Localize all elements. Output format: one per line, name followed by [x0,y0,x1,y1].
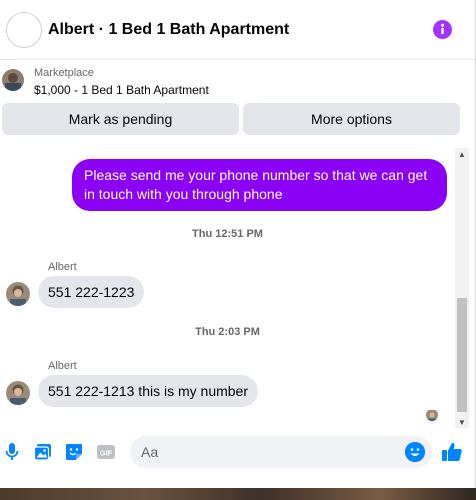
image-icon[interactable] [33,442,53,462]
marketplace-label: Marketplace [34,67,94,79]
mark-as-pending-button[interactable]: Mark as pending [2,103,239,135]
listing-price-title[interactable]: $1,000 - 1 Bed 1 Bath Apartment [34,83,209,97]
svg-text:GIF: GIF [100,449,113,458]
background-desktop-strip [0,488,476,500]
chat-window: Albert · 1 Bed 1 Bath Apartment Marketpl… [0,0,476,488]
message-scrollbar[interactable]: ▲ ▼ [455,148,469,428]
sender-name: Albert [48,360,77,372]
more-options-button[interactable]: More options [243,103,460,135]
incoming-message[interactable]: 551 222-1223 [38,276,145,308]
sender-avatar[interactable] [6,282,30,306]
message-list: Please send me your phone number so that… [0,148,455,428]
message-timestamp: Thu 2:03 PM [195,326,260,338]
thumbs-up-icon[interactable] [441,441,463,463]
sticker-icon[interactable] [64,442,84,462]
info-icon[interactable] [433,20,452,39]
sender-name: Albert [48,261,77,273]
conversation-title[interactable]: Albert · 1 Bed 1 Bath Apartment [48,21,289,39]
emoji-icon[interactable] [405,442,425,462]
mic-icon[interactable] [2,442,22,462]
chat-header: Albert · 1 Bed 1 Bath Apartment [0,0,476,60]
sender-avatar[interactable] [6,381,30,405]
listing-thumbnail[interactable] [2,69,24,91]
read-receipt-avatar [426,409,438,421]
conversation-avatar[interactable] [6,12,42,48]
marketplace-listing: Marketplace $1,000 - 1 Bed 1 Bath Apartm… [0,61,476,145]
gif-icon[interactable]: GIF [96,442,116,462]
message-timestamp: Thu 12:51 PM [192,228,263,240]
incoming-message[interactable]: 551 222-1213 this is my number [38,375,258,407]
outgoing-message[interactable]: Please send me your phone number so that… [72,159,447,211]
scroll-down-arrow-icon[interactable]: ▼ [455,416,469,428]
scroll-up-arrow-icon[interactable]: ▲ [455,148,469,160]
message-composer: GIF Aa [0,430,476,476]
message-input[interactable]: Aa [130,436,432,468]
scroll-thumb[interactable] [457,298,467,412]
